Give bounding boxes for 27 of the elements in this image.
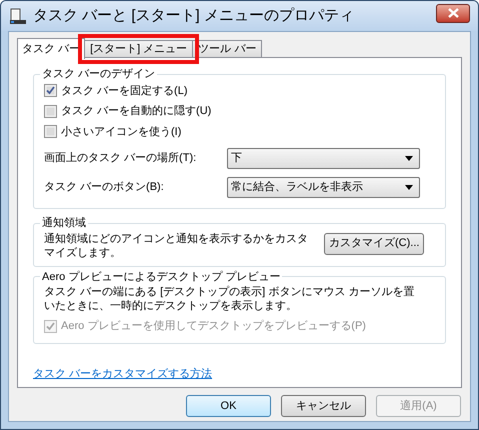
checkbox-label: 小さいアイコンを使う(I) [61, 124, 182, 140]
dialog-button[interactable]: OK [186, 395, 271, 417]
checkbox-label: タスク バーを固定する(L) [61, 84, 188, 98]
aero-description: タスク バーの端にある [デスクトップの表示] ボタンにマウス カーソルを置いたときに、一時的にデスクトップを表示します。 [44, 285, 416, 313]
dropdown[interactable]: 下 [227, 148, 420, 169]
checkbox-label: タスク バーを自動的に隠す(U) [61, 104, 212, 119]
help-link[interactable]: タスク バーをカスタマイズする方法 [33, 366, 212, 382]
tab[interactable]: ツール バー [192, 40, 262, 58]
close-button[interactable] [436, 4, 470, 22]
window-title: タスク バーと [スタート] メニューのプロパティ [33, 6, 355, 26]
notification-description: 通知領域にどのアイコンと通知を表示するかをカスタマイズします。 [44, 232, 309, 260]
dropdown-arrow-icon [405, 156, 413, 161]
dialog-button[interactable]: キャンセル [281, 395, 366, 417]
dropdown-label: 画面上のタスク バーの場所(T): [44, 151, 198, 166]
close-icon [448, 8, 458, 18]
dropdown[interactable]: 常に結合、ラベルを非表示 [227, 177, 420, 198]
checkbox[interactable] [44, 84, 57, 98]
checkbox[interactable] [44, 104, 57, 118]
customize-button[interactable]: カスタマイズ(C)... [324, 232, 424, 254]
taskbar-properties-icon [9, 7, 27, 25]
dropdown-arrow-icon [405, 185, 413, 190]
group-title: Aero プレビューによるデスクトップ プレビュー [41, 270, 282, 284]
group-title: タスク バーのデザイン [41, 67, 156, 82]
group-title: 通知領域 [41, 216, 87, 231]
checkbox[interactable] [44, 125, 57, 138]
dropdown-label: タスク バーのボタン(B): [44, 180, 165, 196]
checkbox-label: Aero プレビューを使用してデスクトップをプレビューする(P) [61, 318, 366, 334]
